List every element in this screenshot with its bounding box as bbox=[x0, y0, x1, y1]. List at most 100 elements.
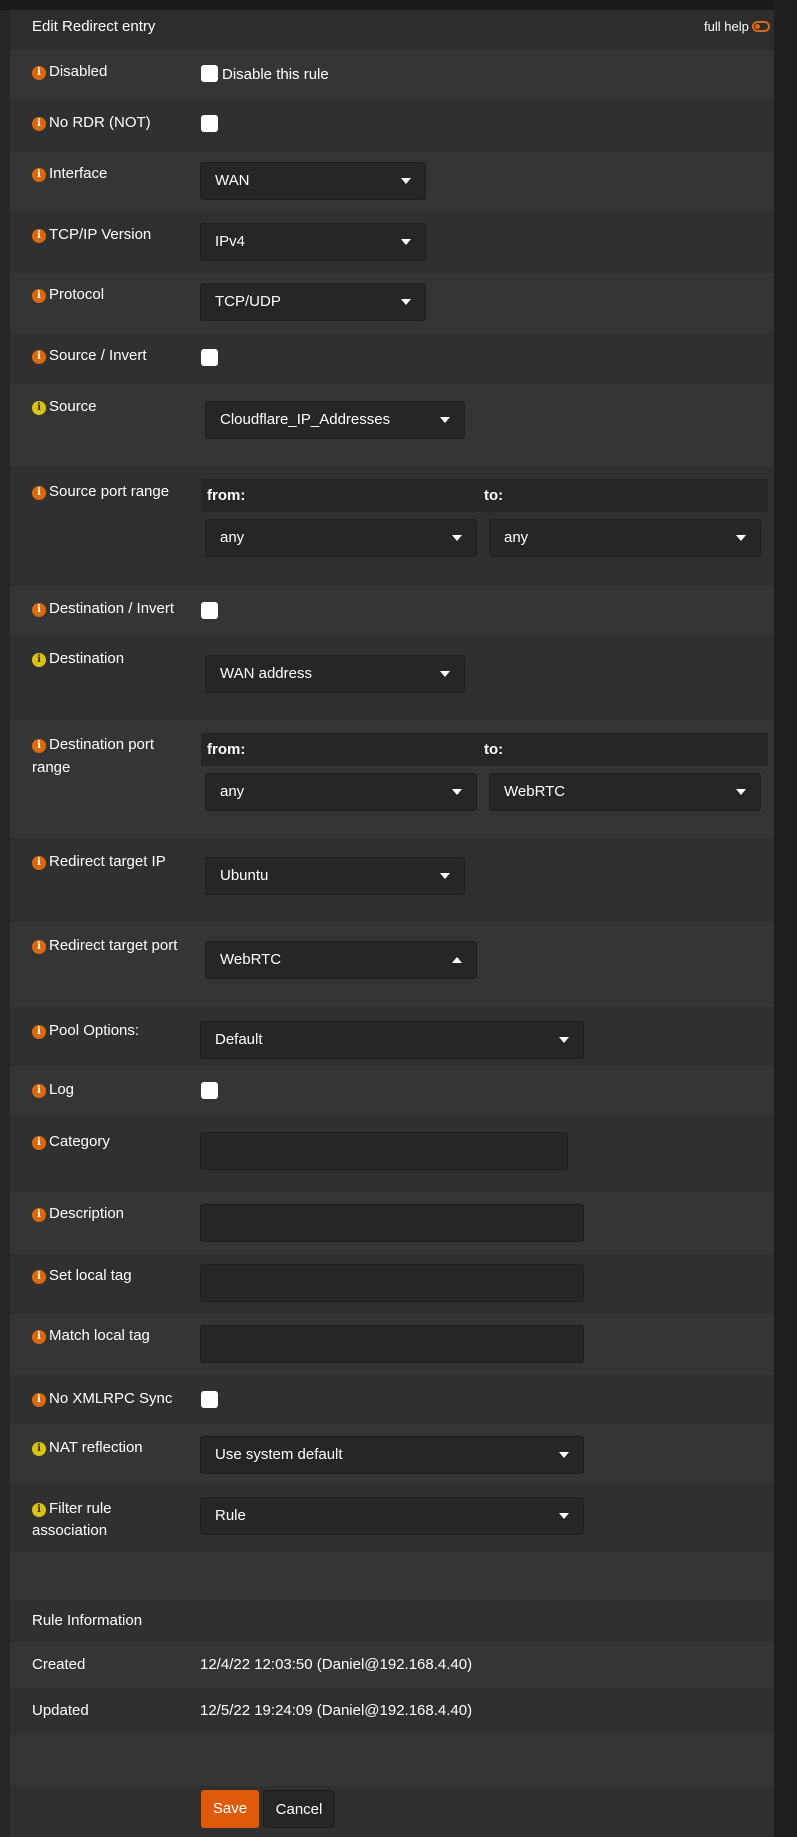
info-icon[interactable]: i bbox=[32, 856, 46, 870]
destination-port-from-select[interactable]: any bbox=[205, 773, 477, 811]
row-redirect-target-port: i Redirect target port WebRTC bbox=[10, 922, 774, 1007]
info-icon[interactable]: i bbox=[32, 1270, 46, 1284]
destination-label: Destination bbox=[49, 650, 125, 667]
description-label: Description bbox=[49, 1205, 125, 1222]
info-icon[interactable]: i bbox=[32, 1442, 46, 1456]
spacer-row-2 bbox=[10, 1734, 774, 1786]
row-source: i Source Cloudflare_IP_Addresses bbox=[10, 384, 774, 467]
info-icon[interactable]: i bbox=[32, 66, 46, 80]
row-pool-options: i Pool Options: Default bbox=[10, 1007, 774, 1066]
info-icon[interactable]: i bbox=[32, 1208, 46, 1222]
description-input[interactable] bbox=[200, 1204, 584, 1242]
disable-rule-text: Disable this rule bbox=[222, 66, 329, 83]
created-value: 12/4/22 12:03:50 (Daniel@192.168.4.40) bbox=[200, 1656, 473, 1673]
row-updated: Updated 12/5/22 19:24:09 (Daniel@192.168… bbox=[10, 1688, 774, 1734]
source-port-from-select[interactable]: any bbox=[205, 519, 477, 557]
info-icon[interactable]: i bbox=[32, 1136, 46, 1150]
full-help-label: full help bbox=[704, 19, 749, 34]
redirect-target-ip-select[interactable]: Ubuntu bbox=[205, 857, 465, 895]
source-invert-checkbox[interactable] bbox=[201, 349, 218, 366]
info-icon[interactable]: i bbox=[32, 486, 46, 500]
destination-port-range-label-2: range bbox=[32, 759, 71, 776]
chevron-down-icon bbox=[559, 1452, 569, 1458]
row-nat-reflection: i NAT reflection Use system default bbox=[10, 1424, 774, 1484]
chevron-down-icon bbox=[440, 671, 450, 677]
destination-invert-checkbox[interactable] bbox=[201, 602, 218, 619]
source-port-range-label: Source port range bbox=[49, 483, 170, 500]
tcpip-version-select[interactable]: IPv4 bbox=[200, 223, 426, 261]
info-icon[interactable]: i bbox=[32, 1393, 46, 1407]
chevron-down-icon bbox=[440, 417, 450, 423]
chevron-up-icon bbox=[452, 957, 462, 963]
chevron-down-icon bbox=[440, 873, 450, 879]
info-icon[interactable]: i bbox=[32, 653, 46, 667]
no-rdr-checkbox[interactable] bbox=[201, 115, 218, 132]
log-label: Log bbox=[49, 1081, 75, 1098]
chevron-down-icon bbox=[401, 299, 411, 305]
full-help-toggle[interactable]: full help bbox=[704, 19, 770, 34]
no-xmlrpc-sync-label: No XMLRPC Sync bbox=[49, 1390, 173, 1407]
source-select[interactable]: Cloudflare_IP_Addresses bbox=[205, 401, 465, 439]
save-button[interactable]: Save bbox=[201, 1790, 259, 1828]
row-no-xmlrpc-sync: i No XMLRPC Sync bbox=[10, 1375, 774, 1424]
category-label: Category bbox=[49, 1133, 110, 1150]
info-icon[interactable]: i bbox=[32, 603, 46, 617]
updated-value: 12/5/22 19:24:09 (Daniel@192.168.4.40) bbox=[200, 1702, 473, 1719]
chevron-down-icon bbox=[452, 535, 462, 541]
row-destination-invert: i Destination / Invert bbox=[10, 586, 774, 636]
info-icon[interactable]: i bbox=[32, 940, 46, 954]
info-icon[interactable]: i bbox=[32, 117, 46, 131]
match-local-tag-label: Match local tag bbox=[49, 1327, 150, 1344]
filter-rule-association-label-2: association bbox=[32, 1522, 108, 1539]
rule-info-header: Rule Information bbox=[10, 1600, 774, 1642]
set-local-tag-input[interactable] bbox=[200, 1264, 584, 1302]
protocol-label: Protocol bbox=[49, 286, 105, 303]
info-icon[interactable]: i bbox=[32, 229, 46, 243]
info-icon[interactable]: i bbox=[32, 1025, 46, 1039]
row-log: i Log bbox=[10, 1066, 774, 1116]
filter-rule-association-label-1: Filter rule bbox=[49, 1500, 112, 1517]
chevron-down-icon bbox=[401, 239, 411, 245]
chevron-down-icon bbox=[559, 1513, 569, 1519]
nat-reflection-select[interactable]: Use system default bbox=[200, 1436, 584, 1474]
info-icon[interactable]: i bbox=[32, 289, 46, 303]
cancel-button[interactable]: Cancel bbox=[263, 1790, 335, 1828]
disable-rule-checkbox[interactable] bbox=[201, 65, 218, 82]
interface-label: Interface bbox=[49, 165, 108, 182]
interface-select[interactable]: WAN bbox=[200, 162, 426, 200]
protocol-select[interactable]: TCP/UDP bbox=[200, 283, 426, 321]
row-source-invert: i Source / Invert bbox=[10, 333, 774, 384]
category-input[interactable] bbox=[200, 1132, 568, 1170]
redirect-target-port-label: Redirect target port bbox=[49, 937, 178, 954]
info-icon[interactable]: i bbox=[32, 350, 46, 364]
row-tcpip-version: i TCP/IP Version IPv4 bbox=[10, 212, 774, 273]
tcpip-version-label: TCP/IP Version bbox=[49, 226, 152, 243]
info-icon[interactable]: i bbox=[32, 739, 46, 753]
no-xmlrpc-sync-checkbox[interactable] bbox=[201, 1391, 218, 1408]
row-no-rdr: i No RDR (NOT) bbox=[10, 100, 774, 152]
log-checkbox[interactable] bbox=[201, 1082, 218, 1099]
destination-select[interactable]: WAN address bbox=[205, 655, 465, 693]
row-disabled: i Disabled Disable this rule bbox=[10, 50, 774, 100]
chevron-down-icon bbox=[736, 535, 746, 541]
info-icon[interactable]: i bbox=[32, 1330, 46, 1344]
redirect-target-port-select[interactable]: WebRTC bbox=[205, 941, 477, 979]
disabled-label: Disabled bbox=[49, 63, 108, 80]
info-icon[interactable]: i bbox=[32, 1084, 46, 1098]
row-description: i Description bbox=[10, 1192, 774, 1254]
source-port-to-label: to: bbox=[484, 487, 504, 504]
row-created: Created 12/4/22 12:03:50 (Daniel@192.168… bbox=[10, 1642, 774, 1688]
rule-info-title: Rule Information bbox=[32, 1612, 143, 1629]
info-icon[interactable]: i bbox=[32, 168, 46, 182]
row-destination: i Destination WAN address bbox=[10, 636, 774, 720]
created-label: Created bbox=[32, 1656, 86, 1673]
chevron-down-icon bbox=[559, 1037, 569, 1043]
filter-rule-association-select[interactable]: Rule bbox=[200, 1497, 584, 1535]
pool-options-select[interactable]: Default bbox=[200, 1021, 584, 1059]
info-icon[interactable]: i bbox=[32, 401, 46, 415]
panel-header: Edit Redirect entry full help bbox=[10, 10, 774, 50]
destination-port-to-select[interactable]: WebRTC bbox=[489, 773, 761, 811]
info-icon[interactable]: i bbox=[32, 1503, 46, 1517]
source-port-to-select[interactable]: any bbox=[489, 519, 761, 557]
match-local-tag-input[interactable] bbox=[200, 1325, 584, 1363]
